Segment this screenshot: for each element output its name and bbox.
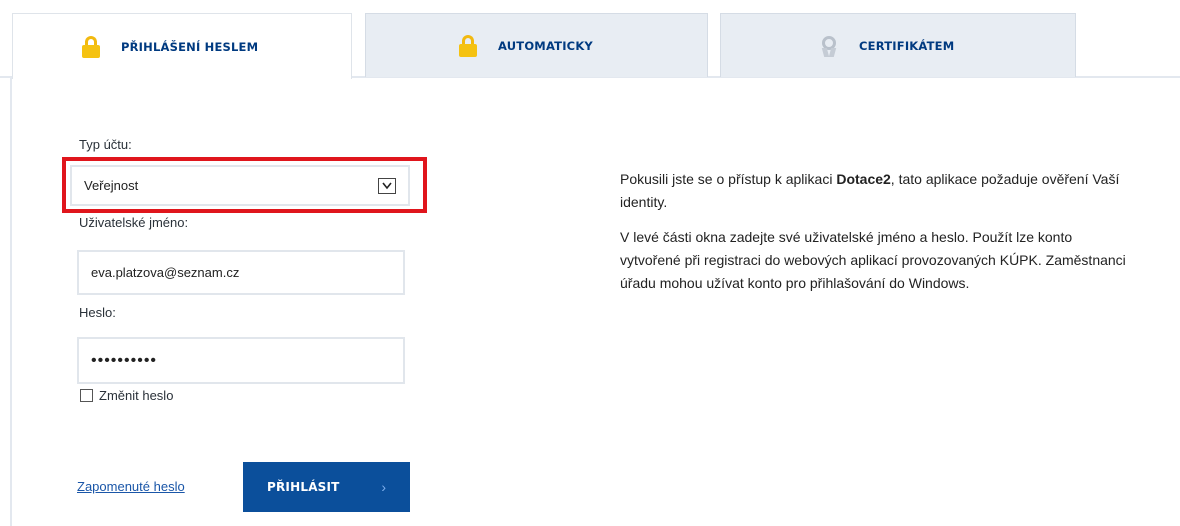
info-paragraph-1: Pokusili jste se o přístup k aplikaci Do…: [620, 168, 1130, 214]
login-tabs: PŘIHLÁŠENÍ HESLEM AUTOMATICKY CERTIFIKÁT…: [0, 0, 1180, 80]
account-type-label: Typ účtu:: [79, 137, 132, 152]
login-button-label: PŘIHLÁSIT: [267, 480, 340, 494]
info-panel: Pokusili jste se o přístup k aplikaci Do…: [620, 168, 1130, 307]
tab-label: PŘIHLÁŠENÍ HESLEM: [121, 39, 259, 54]
lock-icon: [81, 35, 101, 58]
account-type-value: Veřejnost: [84, 178, 139, 193]
tab-certificate[interactable]: CERTIFIKÁTEM: [720, 13, 1076, 77]
username-label: Uživatelské jméno:: [79, 215, 189, 230]
info-text: Pokusili jste se o přístup k aplikaci: [620, 171, 837, 187]
info-paragraph-2: V levé části okna zadejte své uživatelsk…: [620, 229, 1126, 291]
tab-label: CERTIFIKÁTEM: [859, 38, 955, 53]
panel-border: [10, 78, 12, 526]
change-password-row: Změnit heslo: [80, 388, 173, 403]
chevron-down-icon[interactable]: [378, 177, 396, 194]
tab-automatic[interactable]: AUTOMATICKY: [365, 13, 708, 77]
forgot-password-link[interactable]: Zapomenuté heslo: [77, 479, 185, 494]
account-type-select[interactable]: Veřejnost: [70, 165, 410, 206]
certificate-icon: [819, 35, 839, 57]
chevron-right-icon: ›: [381, 479, 386, 495]
change-password-checkbox[interactable]: [80, 389, 93, 402]
login-button[interactable]: PŘIHLÁSIT ›: [243, 462, 410, 512]
username-value: eva.platzova@seznam.cz: [91, 265, 240, 280]
password-value: ••••••••••: [91, 351, 158, 369]
app-name: Dotace2: [836, 171, 891, 187]
tab-password-login[interactable]: PŘIHLÁŠENÍ HESLEM: [12, 13, 352, 79]
username-input[interactable]: eva.platzova@seznam.cz: [77, 250, 405, 295]
tab-label: AUTOMATICKY: [498, 38, 593, 53]
password-label: Heslo:: [79, 305, 116, 320]
change-password-label: Změnit heslo: [99, 388, 174, 403]
lock-icon: [458, 34, 478, 57]
password-input[interactable]: ••••••••••: [77, 337, 405, 384]
